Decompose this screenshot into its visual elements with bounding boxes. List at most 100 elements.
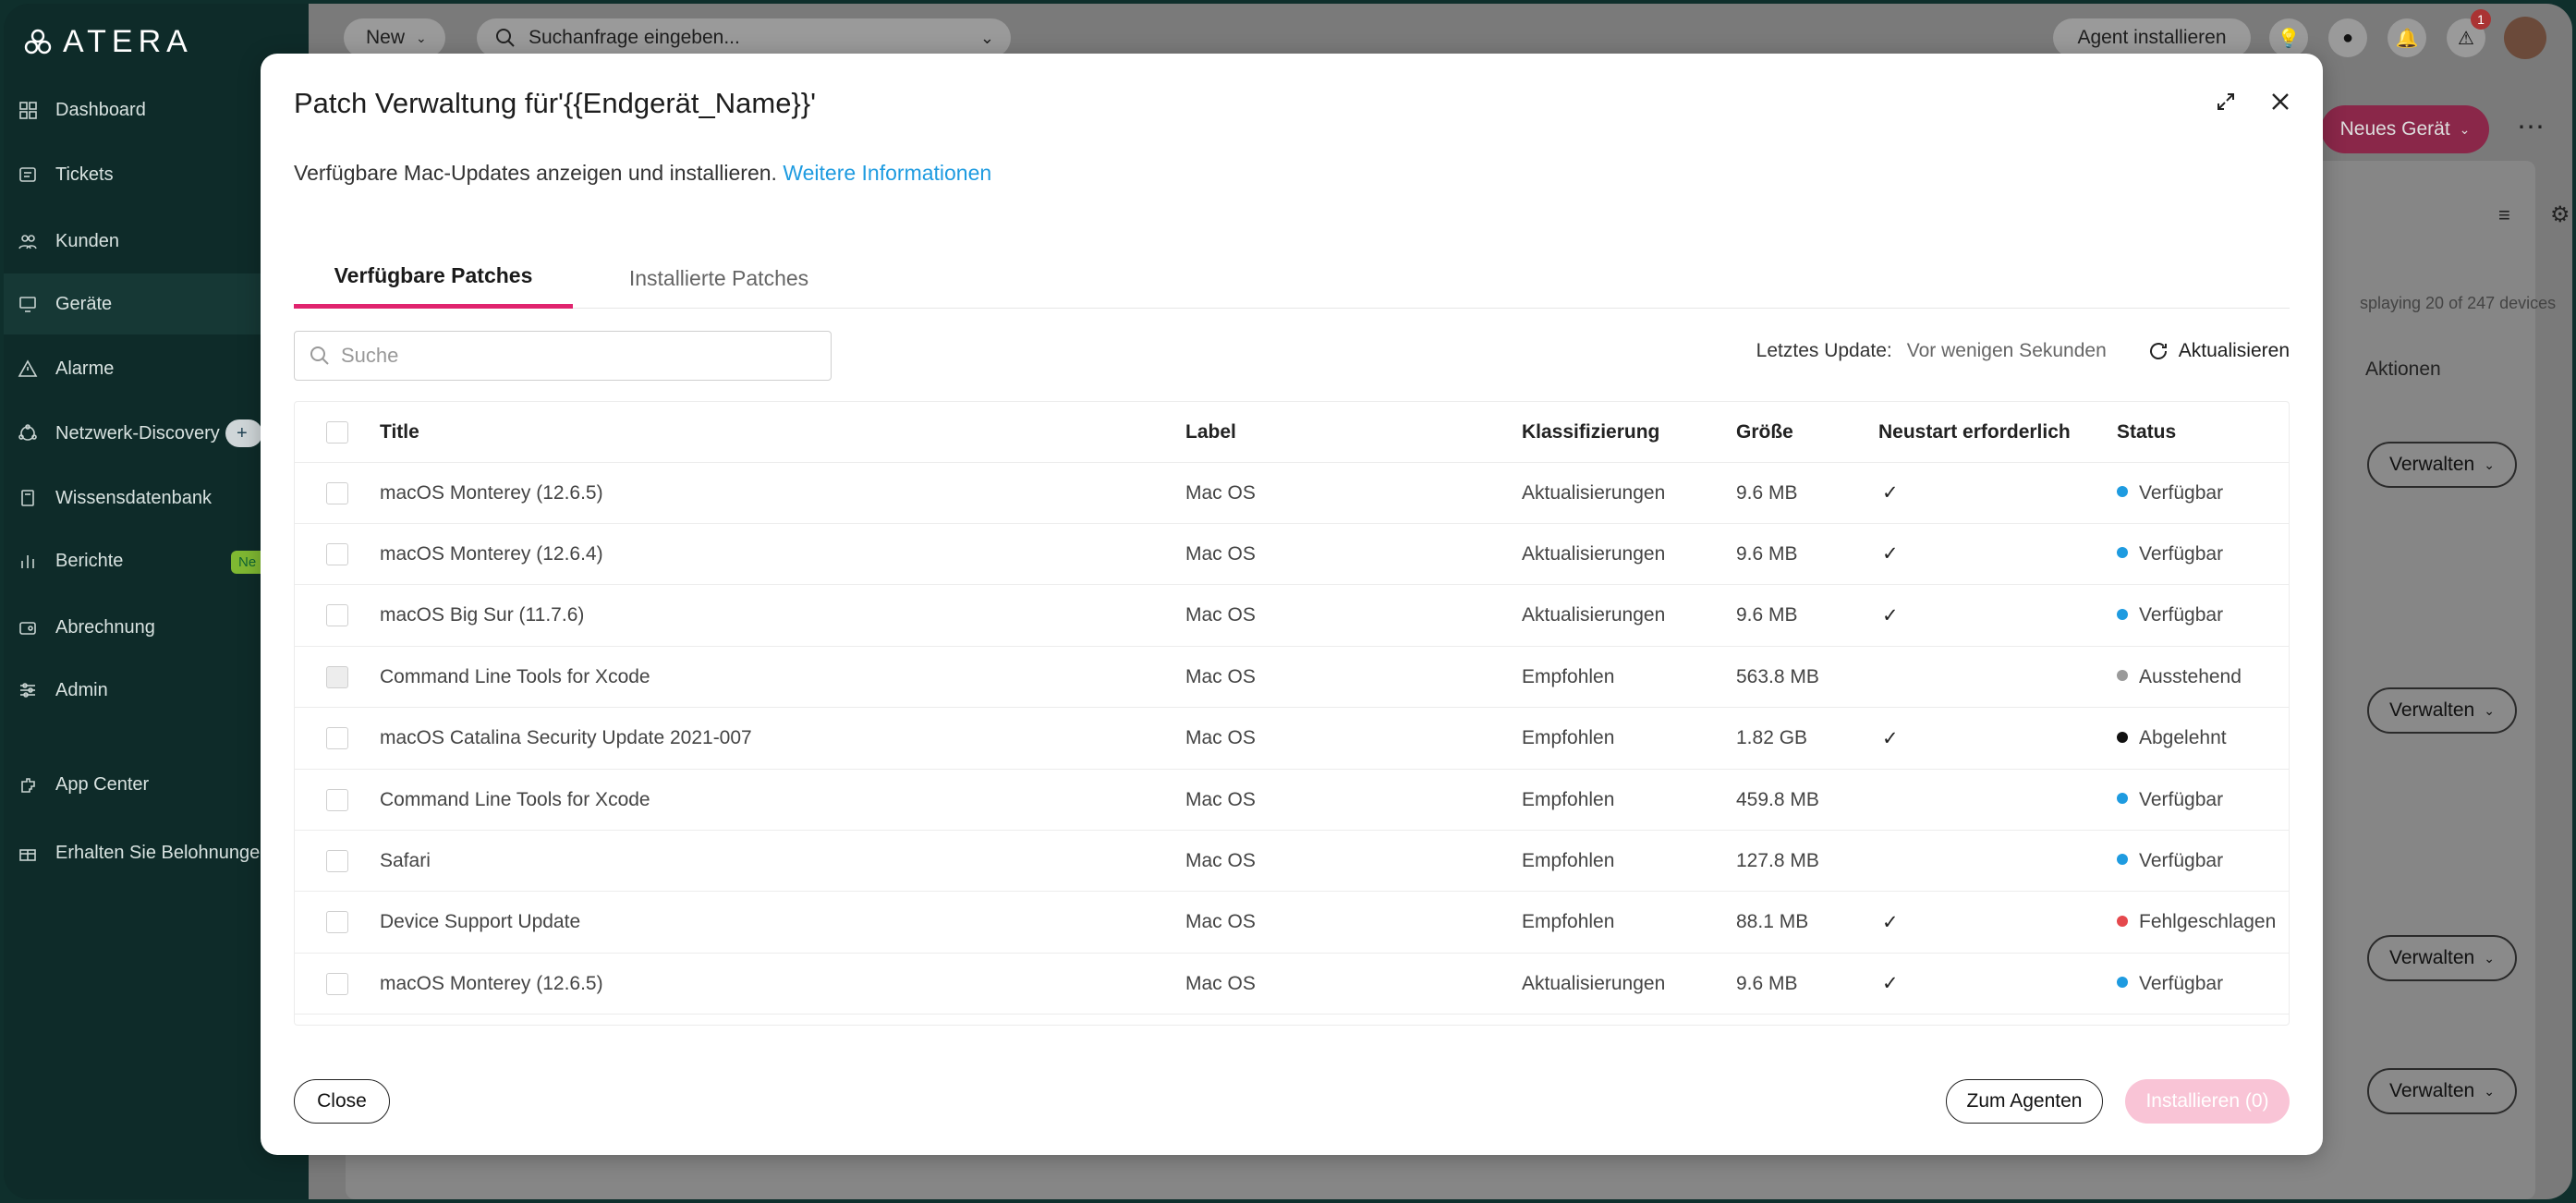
restart-check-icon: ✓: [1882, 543, 1899, 565]
chat-icon[interactable]: ●: [2328, 18, 2367, 57]
row-checkbox[interactable]: [326, 972, 348, 995]
new-device-label: Neues Gerät: [2339, 118, 2450, 140]
install-button[interactable]: Installieren (0): [2125, 1079, 2290, 1124]
patch-size: 563.8 MB: [1736, 665, 1819, 687]
column-restart[interactable]: Neustart erforderlich: [1878, 421, 2071, 444]
atera-logo-icon: [24, 29, 52, 54]
patch-label: Mac OS: [1185, 604, 1256, 626]
manage-label: Verwalten: [2389, 454, 2475, 475]
new-badge: Ne: [231, 551, 262, 574]
logo-text: ATERA: [63, 24, 193, 59]
patch-title: Command Line Tools for Xcode: [380, 665, 650, 687]
gear-icon[interactable]: ⚙: [2550, 201, 2570, 228]
manage-label: Verwalten: [2389, 1080, 2475, 1101]
row-checkbox[interactable]: [326, 727, 348, 750]
select-all-checkbox[interactable]: [326, 420, 348, 444]
refresh-button[interactable]: Aktualisieren: [2147, 340, 2290, 362]
alert-icon: [17, 358, 39, 380]
table-row[interactable]: macOS Monterey (12.6.4) Mac OS Aktualisier…: [295, 524, 2289, 586]
to-agent-button[interactable]: Zum Agenten: [1946, 1079, 2103, 1124]
patch-label: Mac OS: [1185, 542, 1256, 565]
patch-size: 9.6 MB: [1736, 481, 1798, 504]
row-checkbox[interactable]: [326, 604, 348, 627]
notification-badge: 1: [2471, 9, 2491, 30]
patch-classification: Aktualisierungen: [1522, 481, 1666, 504]
close-icon[interactable]: [2269, 91, 2291, 113]
patch-title: macOS Monterey (12.6.5): [380, 481, 603, 504]
column-title[interactable]: Title: [380, 421, 419, 444]
manage-button[interactable]: Verwalten ⌄: [2367, 1068, 2517, 1114]
patch-title: Device Support Update: [380, 911, 581, 933]
dashboard-icon: [17, 99, 39, 121]
patch-size: 9.6 MB: [1736, 542, 1798, 565]
table-row[interactable]: Safari Mac OS Empfohlen 127.8 MB Verfügbar: [295, 831, 2289, 893]
expand-icon[interactable]: [2216, 91, 2236, 112]
table-row[interactable]: macOS Catalina Security Update 2021-007 M…: [295, 709, 2289, 770]
new-button[interactable]: New ⌄: [344, 18, 445, 57]
table-row[interactable]: macOS Monterey (12.6.5) Mac OS Aktualisier…: [295, 954, 2289, 1015]
sidebar-item-label: Berichte: [55, 550, 124, 571]
more-info-link[interactable]: Weitere Informationen: [783, 161, 991, 185]
status-badge: Verfügbar: [2117, 850, 2223, 872]
patch-label: Mac OS: [1185, 665, 1256, 687]
status-text: Fehlgeschlagen: [2139, 911, 2277, 933]
sidebar-item-label: App Center: [55, 773, 150, 795]
global-search[interactable]: Suchanfrage eingeben... ⌄: [477, 18, 1011, 57]
install-agent-button[interactable]: Agent installieren: [2053, 18, 2251, 57]
patch-title: macOS Monterey (12.6.5): [380, 972, 603, 994]
table-row[interactable]: macOS Monterey (12.6.5) Mac OS Aktualisier…: [295, 463, 2289, 524]
status-dot-icon: [2117, 547, 2128, 559]
patch-title: Safari: [380, 849, 431, 871]
table-header: Title Label Klassifizierung Größe Neusta…: [295, 402, 2289, 463]
row-checkbox[interactable]: [326, 788, 348, 811]
patch-title: macOS Catalina Security Update 2021-007: [380, 727, 752, 749]
close-button[interactable]: Close: [294, 1079, 390, 1124]
table-row[interactable]: macOS Big Sur (11.7.6) Mac OS Aktualisieru…: [295, 586, 2289, 647]
table-row[interactable]: Command Line Tools for Xcode Mac OS Empfoh…: [295, 770, 2289, 831]
devices-icon: [17, 293, 39, 315]
row-checkbox[interactable]: [326, 911, 348, 934]
status-dot-icon: [2117, 854, 2128, 866]
row-checkbox[interactable]: [326, 542, 348, 565]
patch-label: Mac OS: [1185, 849, 1256, 871]
patch-classification: Empfohlen: [1522, 665, 1615, 687]
patch-size: 9.6 MB: [1736, 972, 1798, 994]
patch-label: Mac OS: [1185, 727, 1256, 749]
restart-check-icon: ✓: [1882, 727, 1899, 749]
row-checkbox[interactable]: [326, 481, 348, 504]
sidebar-item-label: Wissensdatenbank: [55, 487, 212, 508]
chevron-down-icon: ⌄: [2484, 1083, 2495, 1099]
status-dot-icon: [2117, 977, 2128, 989]
manage-button[interactable]: Verwalten ⌄: [2367, 935, 2517, 981]
column-size[interactable]: Größe: [1736, 421, 1793, 444]
status-dot-icon: [2117, 915, 2128, 927]
tab-installed-patches[interactable]: Installierte Patches: [589, 248, 848, 309]
last-update-info: Letztes Update: Vor wenigen Sekunden Akt…: [1756, 340, 2290, 362]
refresh-icon: [2149, 343, 2167, 359]
patch-size: 127.8 MB: [1736, 849, 1819, 871]
manage-button[interactable]: Verwalten ⌄: [2367, 687, 2517, 734]
more-icon[interactable]: ⋯: [2517, 111, 2545, 143]
restart-check-icon: ✓: [1882, 973, 1899, 995]
sidebar-item-label: Netzwerk-Discovery: [55, 422, 220, 444]
logo[interactable]: ATERA: [22, 24, 193, 60]
manage-button[interactable]: Verwalten ⌄: [2367, 442, 2517, 488]
status-badge: Ausstehend: [2117, 666, 2242, 688]
last-update-value: Vor wenigen Sekunden: [1906, 340, 2107, 361]
filter-icon[interactable]: ≡: [2498, 203, 2510, 227]
column-status[interactable]: Status: [2117, 421, 2176, 444]
row-checkbox[interactable]: [326, 849, 348, 872]
patch-classification: Aktualisierungen: [1522, 972, 1666, 994]
status-dot-icon: [2117, 608, 2128, 620]
column-classification[interactable]: Klassifizierung: [1522, 421, 1659, 444]
table-row[interactable]: Command Line Tools for Xcode Mac OS Empfoh…: [295, 647, 2289, 709]
patch-search[interactable]: [294, 331, 832, 381]
column-label[interactable]: Label: [1185, 421, 1236, 444]
table-row[interactable]: Device Support Update Mac OS Empfohlen 88.1…: [295, 893, 2289, 954]
lightbulb-icon[interactable]: 💡: [2269, 18, 2308, 57]
avatar[interactable]: [2504, 17, 2546, 59]
new-device-button[interactable]: Neues Gerät ⌄: [2321, 105, 2489, 153]
tab-available-patches[interactable]: Verfügbare Patches: [294, 248, 573, 309]
bell-icon[interactable]: 🔔: [2388, 18, 2426, 57]
patch-search-input[interactable]: [341, 344, 803, 368]
